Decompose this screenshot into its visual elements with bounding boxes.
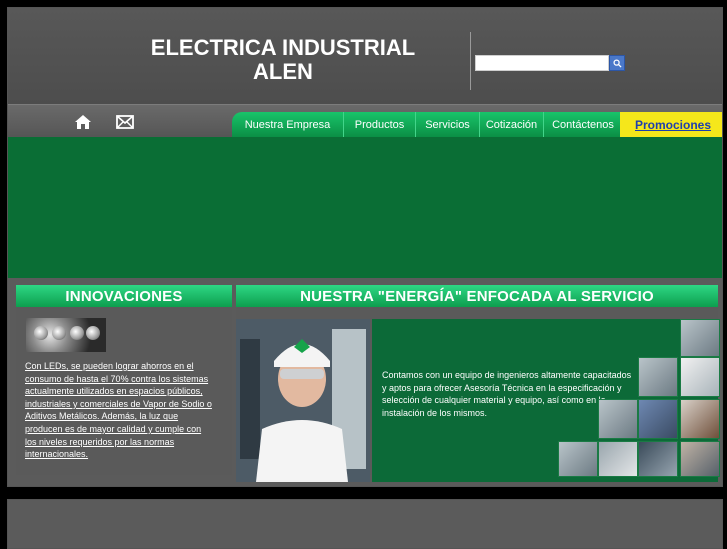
service-photo-tile <box>638 357 678 397</box>
servicio-panel: NUESTRA "ENERGÍA" ENFOCADA AL SERVICIO C… <box>236 285 720 482</box>
service-photo-tile <box>558 441 598 477</box>
menu-item-nuestra-empresa[interactable]: Nuestra Empresa <box>232 112 344 137</box>
menu-item-promociones[interactable]: Promociones <box>620 112 722 137</box>
service-photo-tile <box>638 441 678 477</box>
service-photo-tile <box>680 357 720 397</box>
menu-item-cotizacion[interactable]: Cotización <box>480 112 544 137</box>
innovaciones-link[interactable]: Con LEDs, se pueden lograr ahorros en el… <box>25 360 215 461</box>
site-title[interactable]: ELECTRICA INDUSTRIAL ALEN <box>128 36 438 84</box>
innovaciones-title: INNOVACIONES <box>16 285 232 307</box>
menu-item-productos[interactable]: Productos <box>344 112 416 137</box>
servicio-text: Contamos con un equipo de ingenieros alt… <box>382 370 632 418</box>
search-input[interactable] <box>476 59 612 73</box>
home-button[interactable] <box>74 113 92 131</box>
service-photo-tile <box>598 441 638 477</box>
mail-icon <box>116 115 134 129</box>
main-frame: ELECTRICA INDUSTRIAL ALEN Nuestra Empres… <box>7 7 723 487</box>
service-photo-tile <box>638 399 678 439</box>
hero-banner <box>8 137 722 278</box>
search-box[interactable] <box>475 55 612 73</box>
innovaciones-panel: INNOVACIONES Con LEDs, se pueden lograr … <box>16 285 232 475</box>
header-divider <box>470 32 471 90</box>
site-title-line2: ALEN <box>253 59 313 84</box>
service-photo-tile <box>680 319 720 357</box>
service-photo-tile <box>598 399 638 439</box>
home-icon <box>75 115 91 129</box>
search-icon <box>612 58 622 68</box>
bottom-frame <box>7 499 723 549</box>
site-header: ELECTRICA INDUSTRIAL ALEN <box>8 8 722 104</box>
service-photo-tile <box>680 399 720 439</box>
menu-item-servicios[interactable]: Servicios <box>416 112 480 137</box>
site-title-line1: ELECTRICA INDUSTRIAL <box>150 35 416 60</box>
mail-button[interactable] <box>116 113 134 131</box>
search-button[interactable] <box>609 55 625 71</box>
engineer-illustration <box>236 319 370 482</box>
menu-item-contactenos[interactable]: Contáctenos <box>544 112 622 137</box>
led-image[interactable] <box>26 318 106 352</box>
servicio-title: NUESTRA "ENERGÍA" ENFOCADA AL SERVICIO <box>236 285 718 307</box>
service-photo-tile <box>680 441 720 477</box>
main-menu: Nuestra Empresa Productos Servicios Coti… <box>232 112 622 137</box>
engineer-photo <box>236 319 370 482</box>
